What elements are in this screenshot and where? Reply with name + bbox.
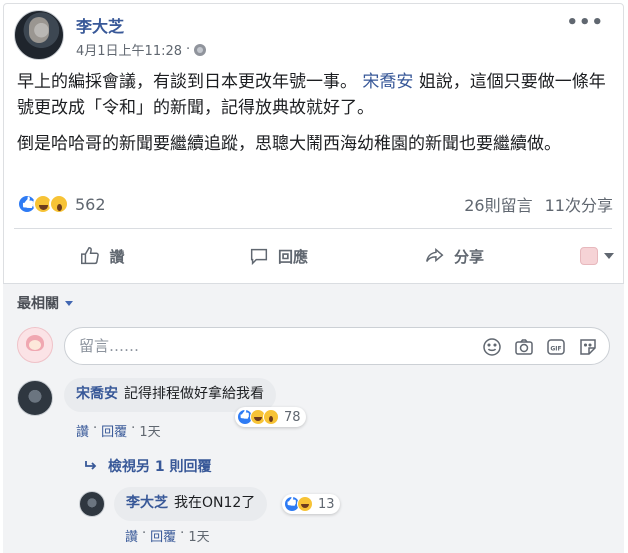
- dot-separator: ·: [180, 526, 185, 541]
- comment-sort-dropdown[interactable]: 最相關: [17, 293, 73, 313]
- comment-icon: [250, 248, 268, 266]
- reply-reactions[interactable]: 13: [282, 494, 340, 514]
- comment-input[interactable]: [79, 337, 459, 355]
- share-label: 分享: [453, 247, 484, 266]
- reaction-summary[interactable]: 562: [17, 194, 106, 214]
- reply-arrow-icon: [85, 461, 97, 470]
- current-user-avatar: [17, 327, 53, 363]
- post-body: 早上的編採會議，有談到日本更改年號一事。 宋喬安 姐說，這個只要做一條年號更改成…: [17, 69, 613, 167]
- reply-author-name[interactable]: 李大芝: [126, 495, 168, 511]
- share-button[interactable]: 分享: [366, 245, 542, 267]
- comment-time[interactable]: 1天: [139, 421, 160, 440]
- comment-input-icons: GIF: [481, 336, 599, 358]
- more-replies-label: 檢視另 1 則回覆: [108, 459, 212, 475]
- more-options-icon[interactable]: •••: [566, 12, 604, 33]
- svg-text:GIF: GIF: [550, 346, 561, 353]
- shares-count[interactable]: 11次分享: [545, 192, 613, 216]
- reaction-count[interactable]: 562: [75, 195, 106, 214]
- post-header: 李大芝 4月1日上午11:28 · •••: [14, 10, 604, 60]
- divider: [14, 228, 612, 229]
- reply-bubble: 李大芝 我在ON12了: [114, 487, 268, 521]
- like-button[interactable]: 讚: [14, 245, 190, 267]
- comment-reactions[interactable]: 78: [235, 407, 306, 427]
- share-arrow-icon: [426, 247, 444, 263]
- thumbs-up-icon: [81, 247, 100, 265]
- comment-button[interactable]: 回應: [190, 245, 366, 267]
- comment-text: 記得排程做好拿給我看: [124, 386, 264, 402]
- comment-actions: 讚 · 回覆 · 1天: [76, 421, 161, 440]
- post-actions: 讚 回應 分享: [14, 236, 612, 276]
- comment-like-link[interactable]: 讚: [76, 421, 89, 440]
- reply-text: 我在ON12了: [174, 495, 256, 511]
- sort-label: 最相關: [17, 296, 59, 312]
- post-counts: 26則留言 11次分享: [464, 192, 613, 216]
- sticker-icon[interactable]: [577, 336, 599, 358]
- post-paragraph-1: 早上的編採會議，有談到日本更改年號一事。 宋喬安 姐說，這個只要做一條年號更改成…: [17, 69, 613, 121]
- globe-icon[interactable]: [194, 43, 207, 56]
- post-text-part: 早上的編採會議，有談到日本更改年號一事。: [17, 72, 357, 92]
- reply-reply-link[interactable]: 回覆: [150, 526, 176, 545]
- wow-icon: [263, 409, 279, 425]
- comment-label: 回應: [277, 247, 308, 266]
- author-avatar[interactable]: [14, 10, 64, 60]
- profile-mini-avatar: [580, 247, 598, 265]
- mention-link[interactable]: 宋喬安: [362, 72, 413, 92]
- reply-actions: 讚 · 回覆 · 1天: [125, 526, 210, 545]
- camera-icon[interactable]: [513, 336, 535, 358]
- audience-selector[interactable]: [580, 247, 614, 265]
- wow-icon: [49, 194, 69, 214]
- haha-icon: [297, 496, 313, 512]
- dot-separator: ·: [131, 421, 136, 436]
- dot-separator: ·: [142, 526, 147, 541]
- post-paragraph-2: 倒是哈哈哥的新聞要繼續追蹤，思聰大鬧西海幼稚園的新聞也要繼續做。: [17, 134, 561, 154]
- comment-reply-link[interactable]: 回覆: [101, 421, 127, 440]
- dot-separator: ·: [93, 421, 98, 436]
- post-stats: 562 26則留言 11次分享: [17, 190, 613, 218]
- smiley-icon[interactable]: [481, 336, 503, 358]
- reply-like-link[interactable]: 讚: [125, 526, 138, 545]
- post-meta: 4月1日上午11:28 ·: [76, 40, 207, 59]
- meta-separator: ·: [186, 42, 191, 57]
- view-more-replies-link[interactable]: 檢視另 1 則回覆: [84, 456, 212, 476]
- reply-time[interactable]: 1天: [188, 526, 209, 545]
- chevron-down-icon: [604, 253, 614, 259]
- chevron-down-icon: [65, 300, 73, 306]
- comments-count[interactable]: 26則留言: [464, 192, 532, 216]
- comment-reaction-count: 78: [284, 409, 301, 425]
- post-timestamp[interactable]: 4月1日上午11:28: [76, 40, 182, 59]
- author-name[interactable]: 李大芝: [76, 13, 124, 37]
- like-label: 讚: [109, 247, 125, 266]
- gif-icon[interactable]: GIF: [545, 336, 567, 358]
- reply-reaction-count: 13: [318, 496, 335, 512]
- comment-input-box[interactable]: GIF: [64, 327, 610, 365]
- commenter-avatar[interactable]: [17, 380, 53, 416]
- reply-author-avatar[interactable]: [79, 491, 105, 517]
- commenter-name[interactable]: 宋喬安: [76, 386, 118, 402]
